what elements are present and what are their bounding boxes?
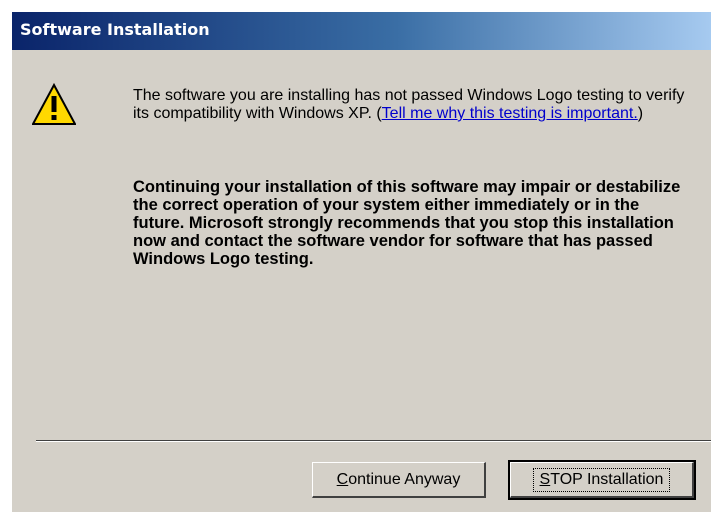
stop-installation-button[interactable]: STOP Installation — [508, 460, 696, 500]
title-bar[interactable]: Software Installation — [12, 12, 711, 50]
continue-anyway-button[interactable]: Continue Anyway — [312, 462, 486, 498]
tell-me-why-link[interactable]: Tell me why this testing is important. — [382, 105, 638, 122]
warning-message: Continuing your installation of this sof… — [133, 178, 681, 268]
software-installation-dialog: Software Installation The software you a… — [12, 12, 711, 512]
warning-icon — [32, 83, 76, 125]
divider — [36, 440, 711, 442]
stop-installation-label: STOP Installation — [532, 467, 671, 492]
compatibility-message: The software you are installing has not … — [133, 87, 693, 123]
dialog-title: Software Installation — [20, 20, 210, 39]
continue-anyway-label: Continue Anyway — [336, 470, 461, 488]
compatibility-text-end: ) — [637, 105, 644, 122]
